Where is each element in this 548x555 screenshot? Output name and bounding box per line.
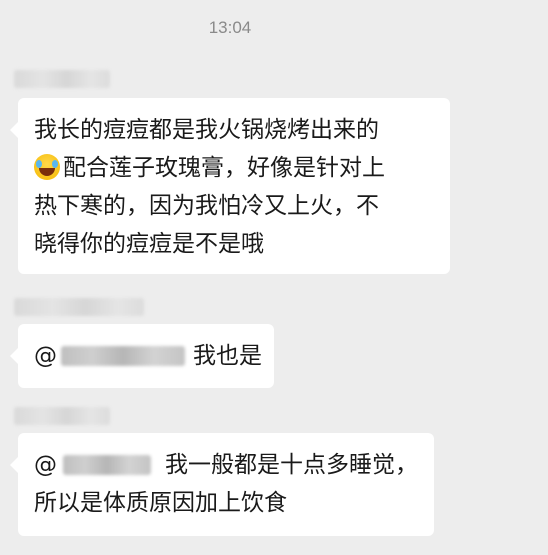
message-bubble[interactable]: @ 我一般都是十点多睡觉， 所以是体质原因加上饮食 xyxy=(10,433,434,536)
message-bubble[interactable]: 我长的痘痘都是我火锅烧烤出来的 配合莲子玫瑰膏，好像是针对上 热下寒的，因为我怕… xyxy=(10,98,450,274)
sender-name-blurred xyxy=(14,298,144,316)
message-text: 我一般都是十点多睡觉， xyxy=(165,452,418,478)
message-bubble[interactable]: @ 我也是 xyxy=(10,324,274,388)
message-line: 晓得你的痘痘是不是哦 xyxy=(34,231,264,257)
message-line: 热下寒的，因为我怕冷又上火，不 xyxy=(34,193,379,219)
message-timestamp: 13:04 xyxy=(208,18,252,37)
chat-window: 13:04 我长的痘痘都是我火锅烧烤出来的 配合莲子玫瑰膏，好像是针对上 热下寒… xyxy=(0,0,548,555)
message-line: 配合莲子玫瑰膏，好像是针对上 xyxy=(63,155,385,181)
mention-name-blurred[interactable] xyxy=(63,455,151,475)
sender-name-blurred xyxy=(14,70,110,88)
grinning-sweat-emoji-icon xyxy=(34,154,60,180)
message-line: @ 我也是 xyxy=(34,337,262,375)
message-text: 我也是 xyxy=(193,343,262,369)
mention-at-symbol: @ xyxy=(34,343,57,369)
message-line: 我长的痘痘都是我火锅烧烤出来的 xyxy=(34,117,379,143)
mention-at-symbol: @ xyxy=(34,452,57,478)
message-line-with-emoji: 配合莲子玫瑰膏，好像是针对上 xyxy=(34,149,436,187)
message-line: @ 我一般都是十点多睡觉， xyxy=(34,446,420,484)
message-line: 所以是体质原因加上饮食 xyxy=(34,490,287,516)
sender-name-blurred xyxy=(14,407,110,425)
mention-name-blurred[interactable] xyxy=(61,346,185,366)
